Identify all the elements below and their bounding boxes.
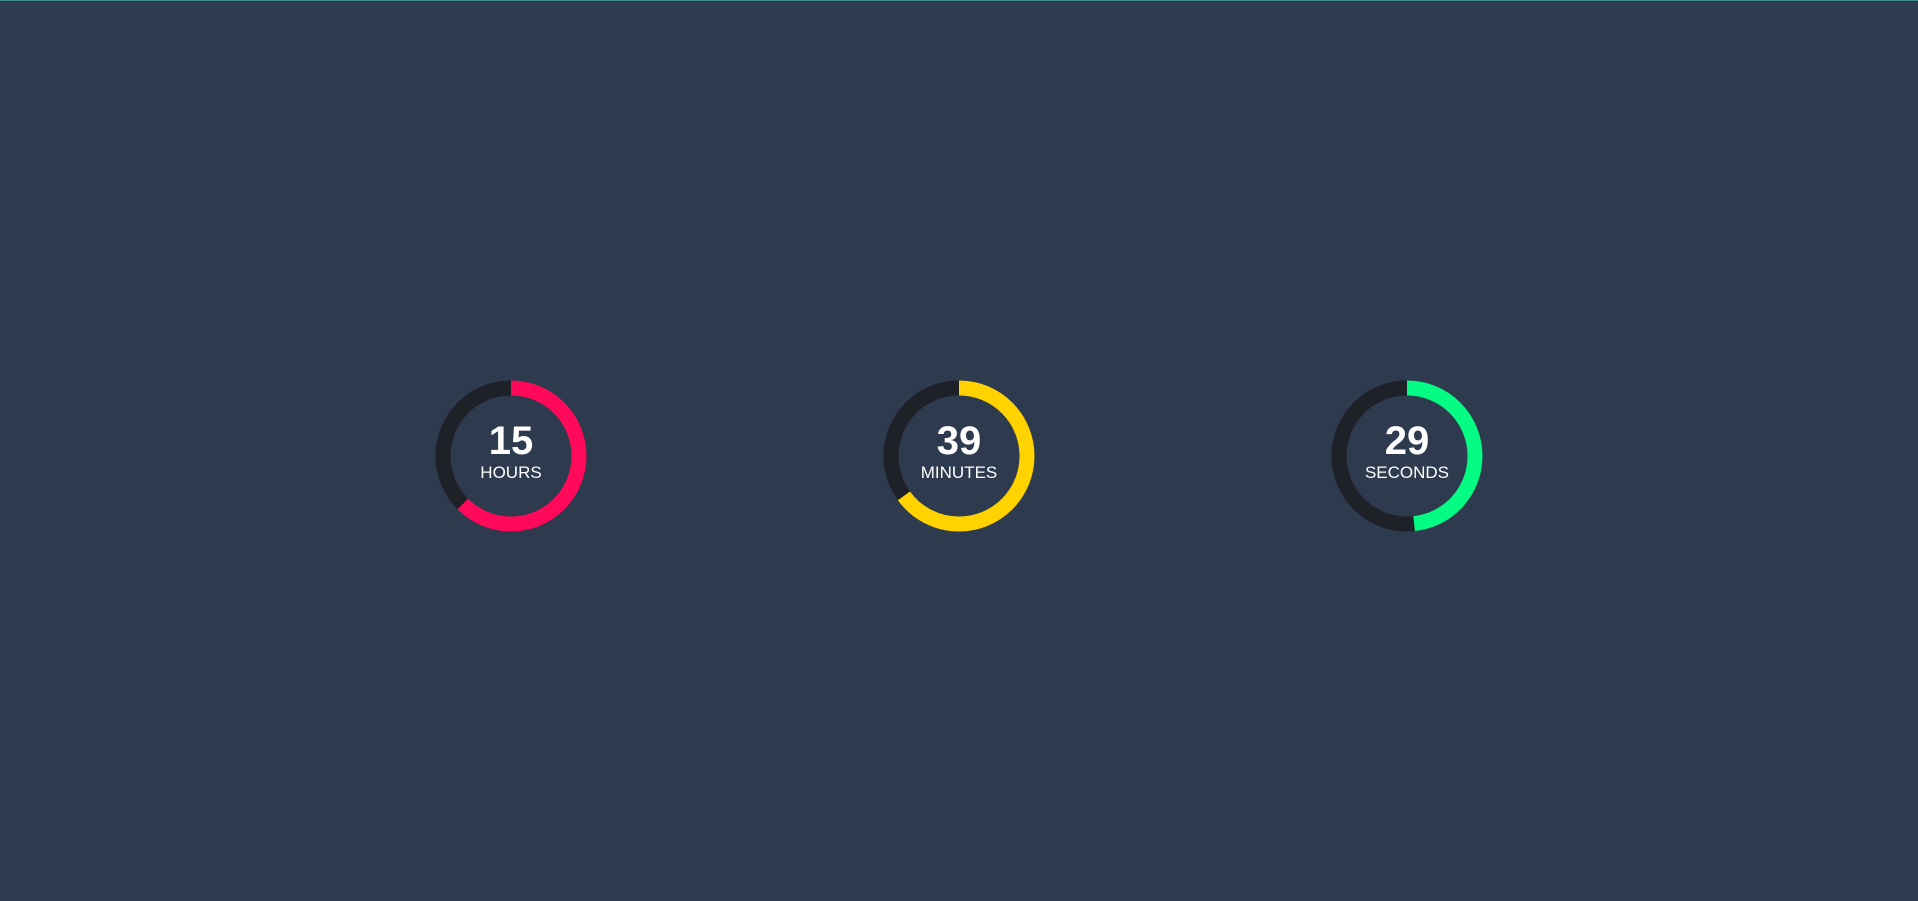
top-border-line <box>0 0 1918 1</box>
seconds-dial: 29 SECONDS <box>1331 380 1483 532</box>
minutes-label-group: 39 MINUTES <box>883 380 1035 532</box>
hours-unit-label: HOURS <box>480 463 542 482</box>
seconds-label-group: 29 SECONDS <box>1331 380 1483 532</box>
hours-value: 15 <box>488 419 534 463</box>
hours-dial: 15 HOURS <box>435 380 587 532</box>
minutes-unit-label: MINUTES <box>920 463 998 482</box>
minutes-dial: 39 MINUTES <box>883 380 1035 532</box>
seconds-unit-label: SECONDS <box>1364 463 1450 482</box>
seconds-value: 29 <box>1384 419 1430 463</box>
hours-label-group: 15 HOURS <box>435 380 587 532</box>
minutes-value: 39 <box>936 419 982 463</box>
